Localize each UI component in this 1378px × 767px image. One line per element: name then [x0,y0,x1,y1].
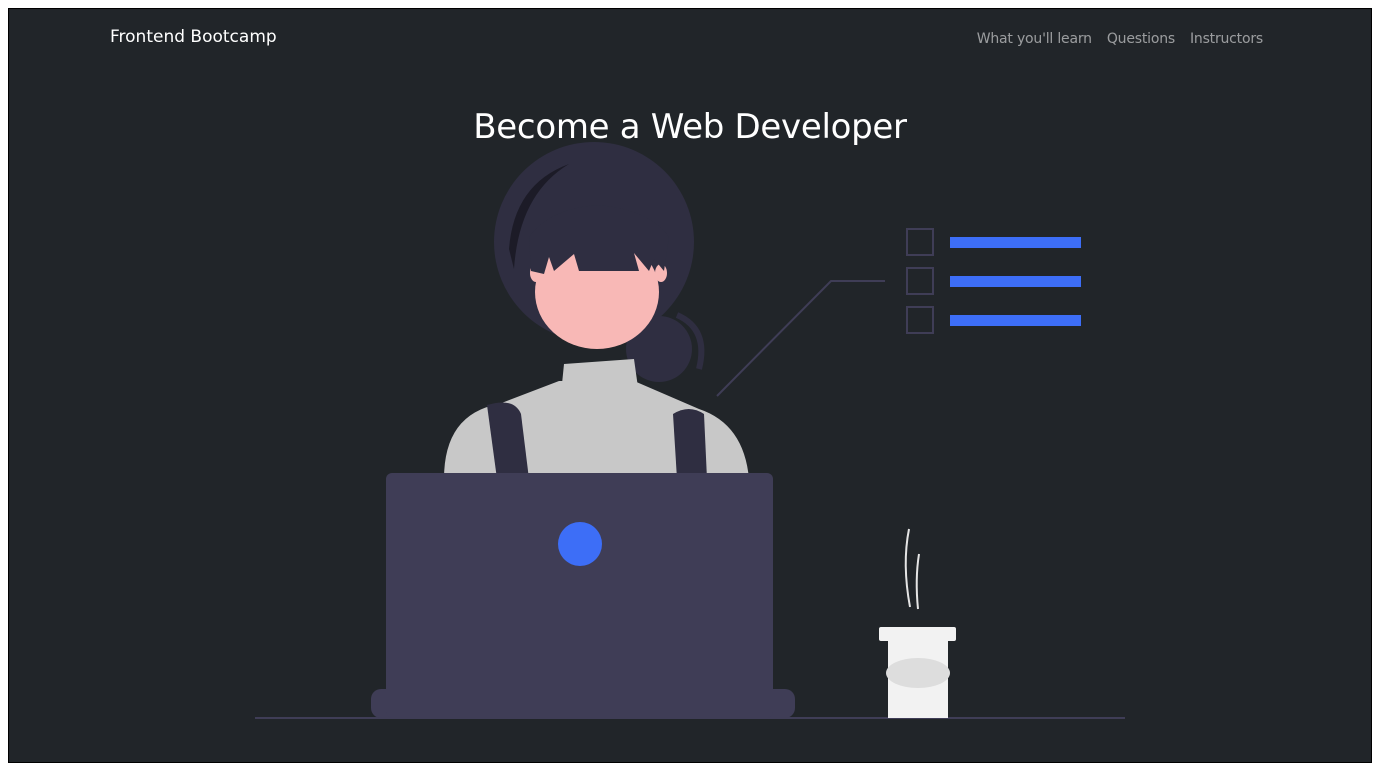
list-bar [950,237,1081,248]
laptop-screen [386,473,773,718]
cup-sleeve [886,658,950,688]
page-frame: Frontend Bootcamp What you'll learn Ques… [8,8,1372,763]
checkbox-icon [906,306,934,334]
connector-line [716,280,885,397]
cup-lid [879,627,956,641]
list-bar [950,315,1081,326]
laptop-logo-icon [558,522,602,566]
steam-icon [915,553,920,610]
steam-icon [904,528,911,608]
checkbox-icon [906,267,934,295]
woman-at-laptop-illustration [255,142,1125,719]
checkbox-icon [906,228,934,256]
strap-right [673,409,707,479]
list-bar [950,276,1081,287]
